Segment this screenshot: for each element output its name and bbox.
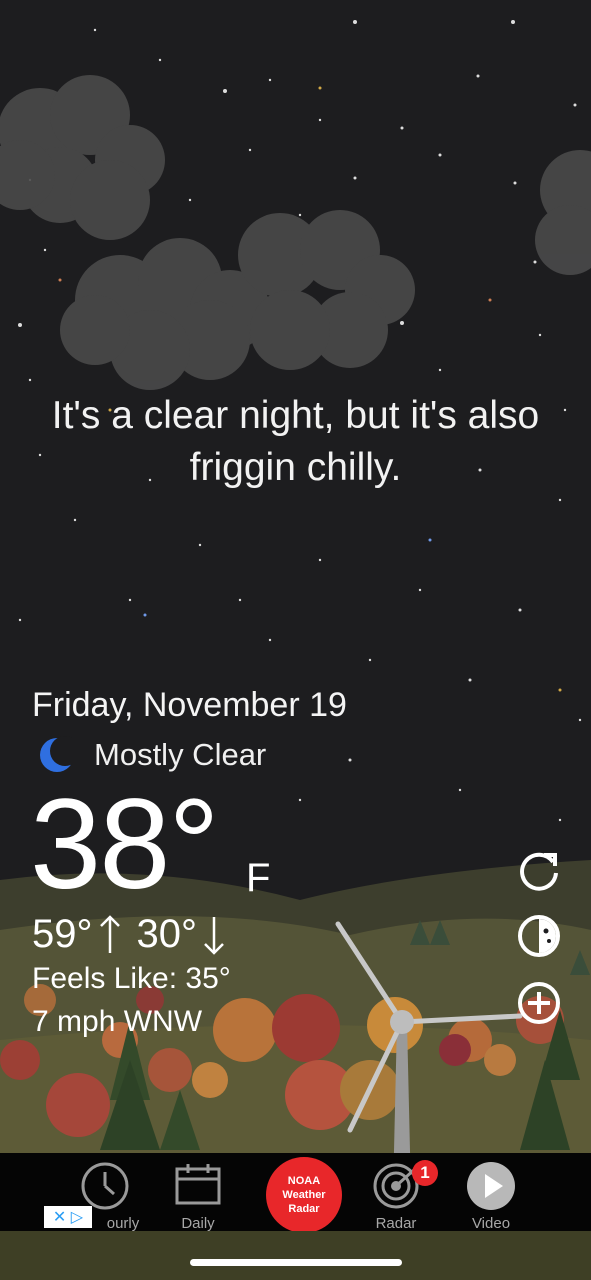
weather-scene-background [0, 0, 591, 1280]
high-temperature: 59° [32, 912, 93, 956]
feels-like: Feels Like: 35° [32, 962, 231, 995]
add-location-button[interactable] [516, 980, 562, 1026]
tab-daily[interactable]: Daily [160, 1153, 236, 1232]
moon-icon [40, 736, 72, 772]
tab-video-label: Video [471, 1215, 511, 1232]
theme-button[interactable] [516, 913, 562, 959]
tab-radar-label: Radar [375, 1215, 417, 1232]
theme-icon [518, 915, 560, 957]
date-label: Friday, November 19 [32, 686, 347, 724]
tab-daily-label: Daily [181, 1215, 215, 1232]
noaa-label: NOAA Weather Radar [282, 1175, 326, 1215]
arrow-up-icon [99, 914, 120, 953]
noaa-weather-radar-button[interactable]: NOAA Weather Radar [266, 1157, 342, 1233]
refresh-button[interactable] [516, 846, 562, 892]
arrow-down-icon [204, 916, 224, 955]
add-icon [518, 982, 560, 1024]
high-low-row: 59° 30° [32, 912, 241, 957]
temperature-unit[interactable]: F [246, 856, 270, 901]
tab-video[interactable]: Video [452, 1153, 530, 1232]
bottom-ground-strip [0, 1231, 591, 1280]
calendar-icon [175, 1164, 221, 1205]
ad-choices-icon[interactable]: ✕ ▷ [44, 1206, 92, 1228]
home-indicator[interactable] [190, 1259, 402, 1266]
wind-info: 7 mph WNW [32, 1005, 203, 1038]
radar-notification-badge: 1 [412, 1160, 438, 1186]
play-icon [467, 1162, 515, 1210]
low-temperature: 30° [136, 912, 198, 956]
clock-icon [81, 1162, 129, 1210]
weather-headline: It's a clear night, but it's also friggi… [51, 394, 540, 489]
condition-row: Mostly Clear [38, 735, 266, 775]
refresh-icon [520, 852, 558, 891]
current-temperature: 38° [30, 773, 220, 916]
condition-label: Mostly Clear [94, 737, 267, 772]
